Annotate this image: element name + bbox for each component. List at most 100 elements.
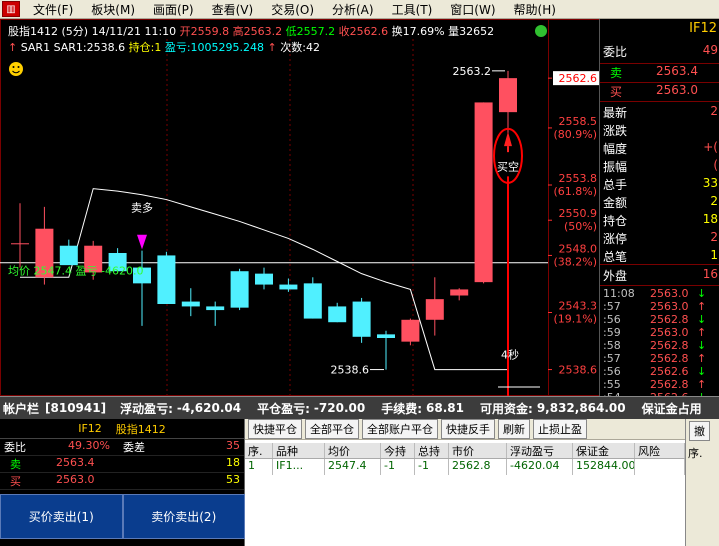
high-value: 2563.2 (243, 25, 283, 38)
col-header[interactable]: 序. (245, 443, 273, 458)
tick-direction-icon: ↑ (697, 326, 707, 339)
quote-label: 幅度 (603, 142, 628, 156)
quote-code: IF12 (689, 21, 717, 36)
col-header[interactable]: 总持 (415, 443, 449, 458)
menu-tools[interactable]: 工具(T) (383, 1, 442, 18)
menu-file[interactable]: 文件(F) (24, 1, 82, 18)
sell-price: 2563.4 (56, 456, 95, 469)
table-row[interactable]: 1 IF1... 2547.4 -1 -1 2562.8 -4620.04 15… (245, 459, 685, 475)
tick-direction-icon: ↑ (697, 300, 707, 313)
account-bar: 帐户栏 [810941] 浮动盈亏: -4,620.04 平仓盈亏: -720.00… (0, 396, 719, 419)
refresh-button[interactable]: 刷新 (498, 419, 530, 439)
cell-index: 1 (245, 459, 273, 475)
candle-body-up (474, 102, 493, 283)
kline-chart[interactable]: 2562.6 2558.5 (80.9%) 2553.8 (61.8%) 2550.9 (5… (0, 19, 599, 396)
candle-body-down (279, 284, 298, 290)
tick-time: :59 (603, 326, 621, 339)
col-header[interactable]: 浮动盈亏 (507, 443, 573, 458)
quote-value: 1 (710, 248, 718, 262)
candle-body-down (303, 283, 322, 319)
low-label: 低 (285, 25, 297, 38)
menu-help[interactable]: 帮助(H) (505, 1, 565, 18)
menu-trade[interactable]: 交易(O) (262, 1, 323, 18)
app-logo-icon[interactable]: ▥ (2, 1, 20, 17)
price-axis-pct: (50%) (564, 220, 597, 233)
close-all-button[interactable]: 全部平仓 (305, 419, 359, 439)
col-header[interactable]: 市价 (449, 443, 507, 458)
tick-row: :56 2562.6 ↓ (600, 365, 719, 378)
margin-label: 保证金占用 (641, 401, 702, 416)
col-header[interactable]: 今持 (381, 443, 415, 458)
col-header[interactable]: 风险 (635, 443, 685, 458)
candle-body-down (230, 271, 249, 308)
tick-time: :56 (603, 313, 621, 326)
menu-view-screen[interactable]: 画面(P) (144, 1, 203, 18)
cell-avg-price: 2547.4 (325, 459, 381, 475)
order-panel: IF12 股指1412 委比 49.30% 委差 35 卖 2563.4 18 … (0, 419, 245, 546)
cell-symbol: IF1... (273, 459, 325, 475)
close-all-accounts-button[interactable]: 全部账户平仓 (362, 419, 438, 439)
tick-row: :56 2562.8 ↓ (600, 313, 719, 326)
tick-time: :58 (603, 339, 621, 352)
sell-label: 卖 (10, 458, 21, 471)
quote-value: +( (703, 140, 718, 154)
col-header[interactable]: 均价 (325, 443, 381, 458)
sar-label: SAR1 SAR1:2538.6 (20, 41, 126, 54)
col-header[interactable]: 品种 (273, 443, 325, 458)
tick-row: :59 2563.0 ↑ (600, 326, 719, 339)
candle-body-up (450, 289, 469, 296)
quote-label: 委比 (603, 45, 628, 59)
quote-label: 卖 (610, 66, 623, 80)
candle-body-down (157, 255, 176, 304)
buy-price: 2563.0 (56, 473, 95, 486)
low-value: 2557.2 (296, 25, 336, 38)
quote-row: 最新 2 (600, 104, 719, 120)
smiley-eye (12, 66, 15, 68)
tick-time: :57 (603, 352, 621, 365)
sell-arrow-icon (137, 234, 147, 250)
quote-value: 33 (702, 176, 718, 190)
candle-body-up (499, 78, 517, 113)
quick-close-button[interactable]: 快捷平仓 (248, 419, 302, 439)
cancel-button[interactable]: 撤 (689, 421, 710, 441)
quote-value: ( (713, 158, 718, 172)
order-sell-row[interactable]: 卖 2563.4 18 (0, 456, 244, 473)
menu-sector[interactable]: 板块(M) (82, 1, 144, 18)
quote-row: 幅度 +( (600, 140, 719, 156)
last-price-label: 2562.6 (559, 72, 598, 85)
tick-price: 2563.0 (650, 287, 689, 300)
order-buy-row[interactable]: 买 2563.0 53 (0, 473, 244, 490)
tick-row: :57 2563.0 ↑ (600, 300, 719, 313)
float-profit-value: -4,620.04 (176, 401, 242, 415)
tick-row: :58 2562.8 ↓ (600, 339, 719, 352)
menu-window[interactable]: 窗口(W) (441, 1, 504, 18)
sell-qty: 18 (226, 456, 240, 469)
quote-value: 16 (702, 267, 718, 281)
col-header[interactable]: 保证金 (573, 443, 635, 458)
turnover-label: 换 (391, 25, 403, 38)
sell-at-ask-button[interactable]: 卖价卖出(2) (122, 494, 245, 539)
cell-float-profit: -4620.04 (507, 459, 573, 475)
menu-analysis[interactable]: 分析(A) (323, 1, 383, 18)
quick-reverse-button[interactable]: 快捷反手 (441, 419, 495, 439)
quote-row: 金额 2 (600, 194, 719, 210)
side-subpanel: 撤 序. (685, 419, 719, 546)
price-axis-pct: (19.1%) (553, 313, 597, 326)
menu-view[interactable]: 查看(V) (203, 1, 263, 18)
tick-price: 2563.0 (650, 300, 689, 313)
quote-divider (600, 285, 719, 286)
quote-label: 涨停 (603, 232, 628, 246)
position-table: 序. 品种 均价 今持 总持 市价 浮动盈亏 保证金 风险 1 IF1... 2… (245, 443, 685, 475)
sell-at-bid-button[interactable]: 买价卖出(1) (0, 494, 123, 539)
diff-label: 委差 (123, 441, 145, 454)
price-axis-pct: (61.8%) (553, 185, 597, 198)
position-toolbar: 快捷平仓 全部平仓 全部账户平仓 快捷反手 刷新 止损止盈 (245, 419, 685, 440)
stop-loss-button[interactable]: 止损止盈 (533, 419, 587, 439)
tick-time: 11:08 (603, 287, 635, 300)
quote-label: 涨跌 (603, 124, 628, 138)
order-button-row: 买价卖出(1) 卖价卖出(2) (0, 494, 245, 539)
quote-label: 振幅 (603, 160, 628, 174)
cell-today-hold: -1 (381, 459, 415, 475)
quote-value: 49 (702, 43, 718, 57)
menu-bar: ▥ 文件(F) 板块(M) 画面(P) 查看(V) 交易(O) 分析(A) 工具… (0, 0, 719, 19)
